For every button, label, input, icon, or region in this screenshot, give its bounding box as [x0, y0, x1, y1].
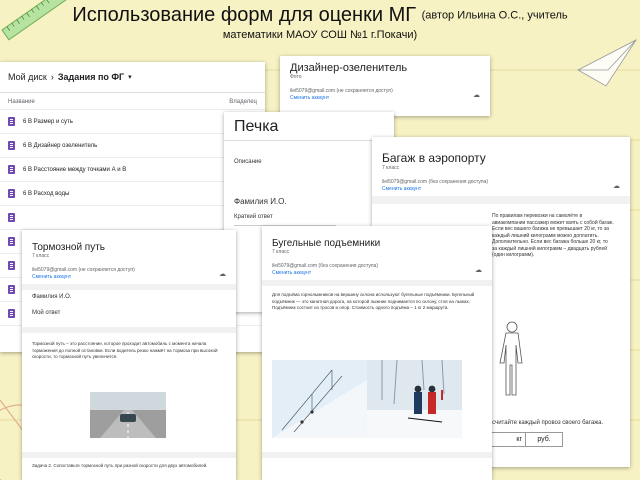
drive-breadcrumb: Мой диск › Задания по ФГ ▾ — [0, 62, 265, 93]
form-title: Бугельные подъемники — [272, 238, 381, 249]
form-icon — [8, 237, 15, 246]
slide-title-text: Использование форм для оценки МГ — [72, 4, 417, 26]
author-note-line2: математики МАОУ СОШ №1 г.Покачи) — [222, 28, 418, 41]
form-title: Дизайнер-озеленитель — [290, 62, 408, 74]
man-figure — [499, 321, 523, 396]
slide-title: Использование форм для оценки МГ (автор … — [0, 4, 640, 42]
form-subtitle: 7 класс — [382, 165, 400, 171]
breadcrumb-separator: › — [50, 72, 54, 82]
form-icon — [8, 117, 15, 126]
change-account-link[interactable]: Сменить аккаунт — [382, 186, 488, 193]
account-email: ilei5079@gmail.com (не сохраняется досту… — [32, 267, 135, 273]
field-description: Описание — [234, 159, 262, 165]
change-account-link[interactable]: Сменить аккаунт — [272, 270, 378, 277]
drive-columns-header: Название Владелец — [0, 93, 265, 110]
account-email: ilei5079@gmail.com (не сохраняется досту… — [290, 88, 393, 94]
col-owner[interactable]: Владелец — [229, 99, 257, 105]
account-email: ilei5079@gmail.com (без сохранения досту… — [382, 179, 489, 185]
form-icon — [8, 189, 15, 198]
form-brake: Тормозной путь 7 класс ilei5079@gmail.co… — [22, 230, 236, 480]
col-name[interactable]: Название — [8, 99, 35, 105]
form-subtitle: 7 класс — [32, 253, 50, 259]
skier-photo — [272, 360, 462, 438]
form-icon — [8, 165, 15, 174]
field-fio: Фамилия И.О. — [32, 294, 72, 300]
account-email: ilei5079@gmail.com (без сохранения досту… — [272, 263, 379, 269]
field-fio: Фамилия И.О. — [234, 197, 287, 206]
breadcrumb-root[interactable]: Мой диск — [8, 72, 47, 82]
form-icon — [8, 285, 15, 294]
breadcrumb-folder[interactable]: Задания по ФГ — [58, 72, 124, 82]
answer-table: кг руб. — [482, 432, 563, 447]
answer-input[interactable]: Мой ответ — [22, 304, 236, 321]
chevron-down-icon[interactable]: ▾ — [128, 73, 132, 81]
change-account-link[interactable]: Сменить аккаунт — [290, 95, 393, 102]
task-text: Тормозной путь – это расстояние, которое… — [32, 341, 218, 359]
cloud-off-icon: ☁ — [219, 271, 226, 278]
form-title: Багаж в аэропорту — [382, 151, 486, 165]
form-icon — [8, 309, 15, 318]
form-icon — [8, 213, 15, 222]
cloud-off-icon: ☁ — [613, 183, 620, 190]
form-designer: Дизайнер-озеленитель Фото ilei5079@gmail… — [280, 56, 490, 116]
form-title: Тормозной путь — [32, 242, 106, 253]
form-icon — [8, 261, 15, 270]
form-subtitle: 7 класс — [272, 249, 290, 255]
table-cell-rub[interactable]: руб. — [526, 433, 562, 446]
cloud-off-icon: ☁ — [473, 92, 480, 99]
form-lifts: Бугельные подъемники 7 класс ilei5079@gm… — [262, 226, 492, 480]
form-icon — [8, 141, 15, 150]
task-footer: Задача 2. Сопоставьте тормозной путь при… — [32, 463, 208, 468]
change-account-link[interactable]: Сменить аккаунт — [32, 274, 135, 281]
short-answer-input[interactable]: Краткий ответ — [224, 210, 394, 225]
form-title: Печка — [234, 118, 279, 135]
form-subtitle: Фото — [290, 74, 302, 80]
task-question: Рассчитайте каждый провоз своего багажа. — [482, 420, 604, 426]
task-text: Для подъёма горнолыжников на вершину скл… — [272, 292, 475, 310]
cloud-off-icon: ☁ — [475, 267, 482, 274]
paper-plane-icon — [577, 38, 638, 87]
car-photo — [90, 392, 166, 438]
author-note: (автор Ильина О.С., учитель — [421, 9, 568, 22]
